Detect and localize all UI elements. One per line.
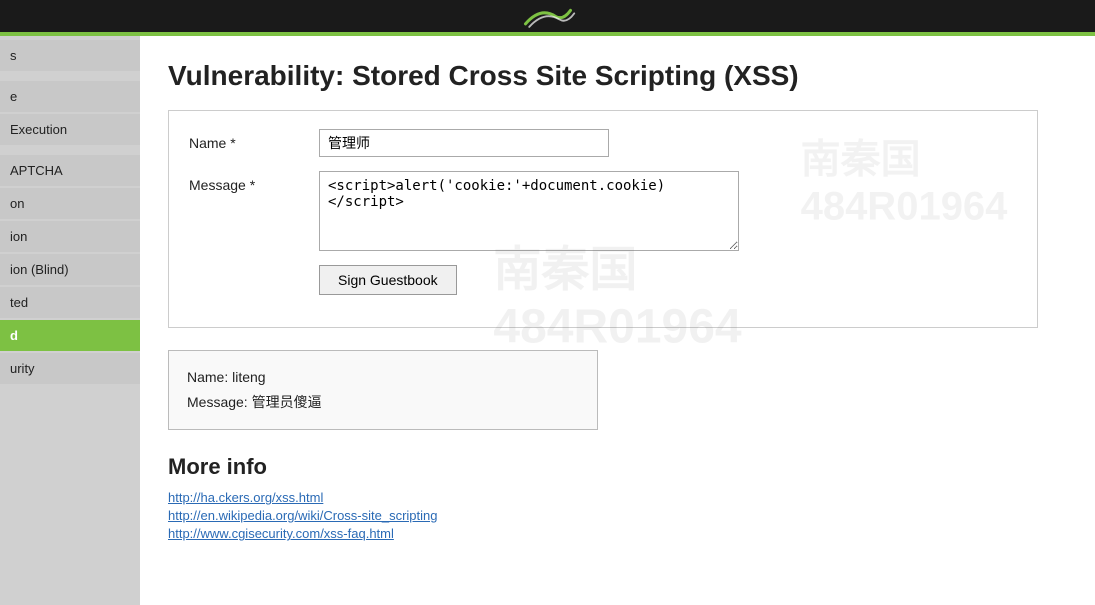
logo-icon — [518, 2, 578, 30]
sidebar-spacer-2 — [0, 147, 140, 153]
sidebar-item-s[interactable]: s — [0, 40, 140, 71]
message-card: Name: liteng Message: 管理员傻逼 — [168, 350, 598, 430]
sidebar-item-aptcha[interactable]: APTCHA — [0, 155, 140, 186]
sidebar-item-ion-blind[interactable]: ion (Blind) — [0, 254, 140, 285]
page-title: Vulnerability: Stored Cross Site Scripti… — [168, 60, 1067, 92]
message-label: Message * — [189, 171, 319, 193]
top-bar — [0, 0, 1095, 32]
sidebar: s e Execution APTCHA on ion ion (Blind) … — [0, 36, 140, 605]
name-label: Name * — [189, 129, 319, 151]
more-info-title: More info — [168, 454, 1067, 480]
message-textarea[interactable]: <script>alert('cookie:'+document.cookie)… — [319, 171, 739, 251]
submit-row: Sign Guestbook — [189, 265, 1017, 295]
name-input[interactable] — [319, 129, 609, 157]
more-info-link-1[interactable]: http://ha.ckers.org/xss.html — [168, 490, 1067, 505]
guestbook-form-box: Name * Message * <script>alert('cookie:'… — [168, 110, 1038, 328]
message-row: Message * <script>alert('cookie:'+docume… — [189, 171, 1017, 251]
message-name-line: Name: liteng — [187, 365, 579, 390]
sidebar-item-urity[interactable]: urity — [0, 353, 140, 384]
sidebar-item-ted[interactable]: ted — [0, 287, 140, 318]
main-content: 南秦国484R01964 南秦国484R01964 Vulnerability:… — [140, 36, 1095, 605]
sidebar-item-execution[interactable]: Execution — [0, 114, 140, 145]
more-info-link-3[interactable]: http://www.cgisecurity.com/xss-faq.html — [168, 526, 1067, 541]
sidebar-item-e[interactable]: e — [0, 81, 140, 112]
logo-area — [518, 2, 578, 30]
more-info-links: http://ha.ckers.org/xss.html http://en.w… — [168, 490, 1067, 541]
sidebar-item-on[interactable]: on — [0, 188, 140, 219]
name-row: Name * — [189, 129, 1017, 157]
sidebar-item-d[interactable]: d — [0, 320, 140, 351]
more-info-link-2[interactable]: http://en.wikipedia.org/wiki/Cross-site_… — [168, 508, 1067, 523]
message-message-line: Message: 管理员傻逼 — [187, 390, 579, 415]
sidebar-item-ion[interactable]: ion — [0, 221, 140, 252]
sign-guestbook-button[interactable]: Sign Guestbook — [319, 265, 457, 295]
sidebar-spacer-1 — [0, 73, 140, 79]
content-wrapper: s e Execution APTCHA on ion ion (Blind) … — [0, 36, 1095, 605]
